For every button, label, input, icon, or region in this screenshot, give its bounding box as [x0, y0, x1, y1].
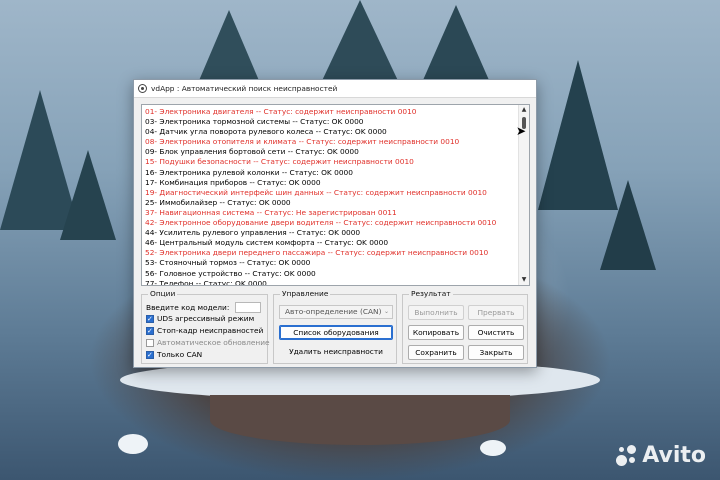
- uds-aggressive-label: UDS агрессивный режим: [157, 314, 255, 323]
- fault-list[interactable]: 01- Электроника двигателя -- Статус: сод…: [141, 104, 530, 286]
- auto-update-checkbox[interactable]: [146, 338, 154, 347]
- model-code-row: Введите код модели:: [146, 302, 262, 313]
- background-tree: [195, 10, 263, 90]
- can-only-row[interactable]: Только CAN: [146, 350, 203, 360]
- clear-button[interactable]: Очистить: [468, 325, 524, 340]
- uds-aggressive-checkbox[interactable]: [146, 314, 154, 324]
- fault-list-item[interactable]: 04- Датчик угла поворота рулевого колеса…: [145, 127, 513, 137]
- mouse-pointer-icon: ➤: [516, 124, 527, 138]
- control-title: Управление: [280, 289, 331, 298]
- close-button[interactable]: Закрыть: [468, 345, 524, 360]
- fault-list-item[interactable]: 37- Навигационная система -- Статус: Не …: [145, 208, 513, 218]
- fault-list-items: 01- Электроника двигателя -- Статус: сод…: [145, 107, 513, 285]
- chevron-down-icon: ⌄: [383, 308, 389, 315]
- title-bar[interactable]: vdApp : Автоматический поиск неисправнос…: [134, 80, 536, 98]
- window-title: vdApp : Автоматический поиск неисправнос…: [151, 84, 338, 93]
- scroll-up-arrow-icon[interactable]: ▲: [520, 106, 528, 114]
- protocol-select-value: Авто-определение (CAN): [285, 307, 382, 316]
- fault-list-item[interactable]: 25- Иммобилайзер -- Статус: OK 0000: [145, 198, 513, 208]
- abort-button[interactable]: Прервать: [468, 305, 524, 320]
- fault-list-item[interactable]: 17- Комбинация приборов -- Статус: OK 00…: [145, 178, 513, 188]
- result-group: Результат Выполнить Прервать Копировать …: [402, 289, 528, 364]
- model-code-input[interactable]: [235, 302, 262, 313]
- delete-faults-button[interactable]: Удалить неисправности: [279, 345, 393, 360]
- equipment-list-button[interactable]: Список оборудования: [279, 325, 393, 340]
- avito-text: Avito: [642, 443, 706, 468]
- app-icon: [138, 84, 147, 93]
- avito-watermark: Avito: [616, 443, 706, 468]
- save-button[interactable]: Сохранить: [408, 345, 464, 360]
- freeze-frame-label: Стоп-кадр неисправностей: [157, 326, 264, 335]
- freeze-frame-row[interactable]: Стоп-кадр неисправностей: [146, 326, 264, 336]
- fault-list-item[interactable]: 03- Электроника тормозной системы -- Ста…: [145, 117, 513, 127]
- control-group: Управление Авто-определение (CAN) ⌄ Спис…: [273, 289, 397, 364]
- freeze-frame-checkbox[interactable]: [146, 326, 154, 336]
- background-tree: [60, 150, 116, 240]
- run-button[interactable]: Выполнить: [408, 305, 464, 320]
- uds-aggressive-row[interactable]: UDS агрессивный режим: [146, 314, 255, 324]
- background-tree: [600, 180, 656, 270]
- island-base: [210, 395, 510, 445]
- fault-list-item[interactable]: 46- Центральный модуль систем комфорта -…: [145, 238, 513, 248]
- auto-update-label: Автоматическое обновление: [157, 338, 270, 347]
- fault-list-item[interactable]: 77- Телефон -- Статус: OK 0000: [145, 279, 513, 285]
- snow-patch: [480, 440, 506, 456]
- fault-list-item[interactable]: 52- Электроника двери переднего пассажир…: [145, 248, 513, 258]
- scroll-down-arrow-icon[interactable]: ▼: [520, 276, 528, 284]
- background-tree: [320, 0, 400, 85]
- snow-patch: [118, 434, 148, 454]
- options-title: Опции: [148, 289, 178, 298]
- copy-button[interactable]: Копировать: [408, 325, 464, 340]
- background-tree: [420, 5, 492, 87]
- fault-list-item[interactable]: 56- Головное устройство -- Статус: OK 00…: [145, 269, 513, 279]
- options-group: Опции Введите код модели: UDS агрессивны…: [141, 289, 270, 364]
- avito-logo-icon: [616, 444, 638, 467]
- fault-list-item[interactable]: 44- Усилитель рулевого управления -- Ста…: [145, 228, 513, 238]
- model-code-label: Введите код модели:: [146, 303, 230, 312]
- auto-update-row[interactable]: Автоматическое обновление: [146, 338, 270, 347]
- fault-list-item[interactable]: 15- Подушки безопасности -- Статус: соде…: [145, 157, 513, 167]
- fault-list-item[interactable]: 42- Электронное оборудование двери водит…: [145, 218, 513, 228]
- fault-list-item[interactable]: 16- Электроника рулевой колонки -- Стату…: [145, 168, 513, 178]
- app-window: vdApp : Автоматический поиск неисправнос…: [133, 79, 537, 368]
- protocol-select[interactable]: Авто-определение (CAN) ⌄: [279, 305, 393, 319]
- fault-list-item[interactable]: 09- Блок управления бортовой сети -- Ста…: [145, 147, 513, 157]
- fault-list-item[interactable]: 53- Стояночный тормоз -- Статус: OK 0000: [145, 258, 513, 268]
- fault-list-item[interactable]: 01- Электроника двигателя -- Статус: сод…: [145, 107, 513, 117]
- result-title: Результат: [409, 289, 453, 298]
- fault-list-item[interactable]: 19- Диагностический интерфейс шин данных…: [145, 188, 513, 198]
- can-only-label: Только CAN: [157, 350, 203, 359]
- can-only-checkbox[interactable]: [146, 350, 154, 360]
- fault-list-item[interactable]: 08- Электроника отопителя и климата -- С…: [145, 137, 513, 147]
